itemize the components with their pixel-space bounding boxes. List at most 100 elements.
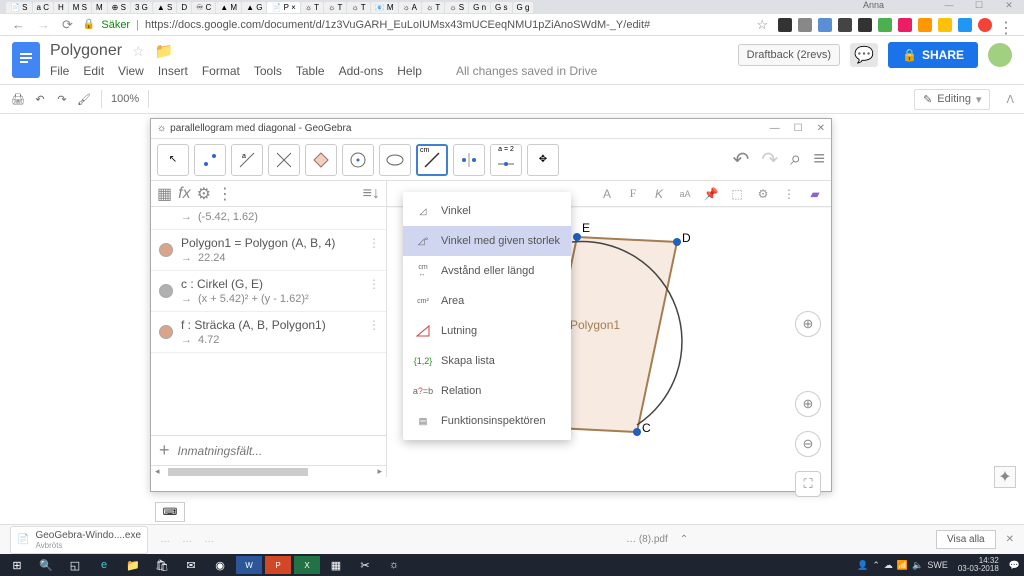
comments-button[interactable]: 💬	[850, 43, 878, 67]
window-maximize[interactable]: ☐	[964, 0, 994, 14]
window-minimize-icon[interactable]: —	[770, 123, 780, 134]
menu-edit[interactable]: Edit	[83, 64, 104, 78]
more-icon[interactable]: ⋮	[779, 187, 799, 201]
tool-point[interactable]	[194, 144, 226, 176]
tray-sound-icon[interactable]: 🔈	[912, 560, 923, 571]
browser-tab[interactable]: G s	[491, 2, 511, 13]
dd-item-slope[interactable]: Lutning	[403, 316, 571, 346]
ext-icon[interactable]	[778, 18, 792, 32]
star-icon[interactable]: ☆	[132, 43, 145, 60]
browser-tab[interactable]: ☼ A	[399, 2, 421, 13]
nav-back-icon[interactable]: ←	[12, 17, 25, 33]
tool-reflect[interactable]	[453, 144, 485, 176]
size-tool-icon[interactable]: aA	[675, 189, 695, 199]
tray-wifi-icon[interactable]: 📶	[897, 560, 908, 571]
text-tool-icon[interactable]: A	[597, 187, 617, 201]
folder-icon[interactable]: 📁	[155, 42, 174, 60]
task-view-icon[interactable]: ◱	[62, 556, 88, 574]
fullscreen-icon[interactable]: ⛶	[795, 471, 821, 497]
bookmark-star-icon[interactable]: ☆	[756, 17, 768, 33]
ext-icon[interactable]	[838, 18, 852, 32]
fx-icon[interactable]: fx	[178, 185, 190, 203]
zoom-in-icon[interactable]: ⊕	[795, 391, 821, 417]
browser-tab-active[interactable]: 📄 P ×	[267, 2, 299, 13]
powerpoint-icon[interactable]: P	[265, 556, 291, 574]
dd-item-inspector[interactable]: ▤ Funktionsinspektören	[403, 406, 571, 436]
explorer-icon[interactable]: 📁	[120, 556, 146, 574]
zoom-select[interactable]: 100%	[111, 93, 139, 105]
close-bar-icon[interactable]: ✕	[1006, 534, 1014, 545]
browser-tab[interactable]: ▲ M	[216, 2, 241, 13]
chrome-icon[interactable]: ◉	[207, 556, 233, 574]
undo-icon[interactable]: ↶	[733, 147, 750, 172]
browser-tab[interactable]: D	[177, 2, 191, 13]
print-icon[interactable]: 🖨	[10, 91, 26, 107]
color-dot-icon[interactable]	[159, 325, 173, 339]
menu-format[interactable]: Format	[202, 64, 240, 78]
dd-item-list[interactable]: {1,2} Skapa lista	[403, 346, 571, 376]
tool-move[interactable]: ↖	[157, 144, 189, 176]
browser-tab[interactable]: ☼ T	[324, 2, 346, 13]
tool-slider[interactable]: a = 2	[490, 144, 522, 176]
tray-lang[interactable]: SWE	[927, 560, 948, 570]
tool-move-view[interactable]: ✥	[527, 144, 559, 176]
window-minimize[interactable]: —	[934, 0, 964, 14]
plus-icon[interactable]: +	[159, 440, 170, 461]
mail-icon[interactable]: ✉	[178, 556, 204, 574]
explore-button[interactable]: ✦	[994, 466, 1016, 488]
redo-icon[interactable]: ↷	[761, 147, 778, 172]
browser-tab[interactable]: ▲ G	[242, 2, 266, 13]
excel-icon[interactable]: X	[294, 556, 320, 574]
row-menu-icon[interactable]: ⋮	[368, 236, 380, 250]
tool-ellipse[interactable]	[379, 144, 411, 176]
anonymous-avatar[interactable]	[988, 43, 1012, 67]
hamburger-menu-icon[interactable]: ≡	[813, 148, 825, 171]
color-dot-icon[interactable]	[159, 284, 173, 298]
search-taskbar-icon[interactable]: 🔍	[33, 556, 59, 574]
doc-title[interactable]: Polygoner	[50, 42, 122, 60]
tool-measure-active[interactable]: cm	[416, 144, 448, 176]
lock-tool-icon[interactable]: ⬚	[727, 187, 747, 201]
ext-icon[interactable]	[858, 18, 872, 32]
fill-icon[interactable]: ▰	[805, 187, 825, 201]
nav-forward-icon[interactable]: →	[37, 17, 50, 33]
algebra-row[interactable]: c : Cirkel (G, E) (x + 5.42)² + (y - 1.6…	[151, 271, 386, 312]
algebra-row[interactable]: f : Sträcka (A, B, Polygon1) 4.72 ⋮	[151, 312, 386, 353]
menu-table[interactable]: Table	[296, 64, 325, 78]
docs-logo-icon[interactable]	[12, 42, 40, 78]
dd-item-relation[interactable]: a?=b Relation	[403, 376, 571, 406]
ext-icon[interactable]	[978, 18, 992, 32]
ext-icon[interactable]	[878, 18, 892, 32]
menu-help[interactable]: Help	[397, 64, 422, 78]
tool-line[interactable]: a	[231, 144, 263, 176]
store-icon[interactable]: 🛍	[149, 556, 175, 574]
color-dot-icon[interactable]	[159, 243, 173, 257]
browser-tab[interactable]: ☼ S	[445, 2, 468, 13]
tool-polygon[interactable]	[305, 144, 337, 176]
tool-perpendicular[interactable]	[268, 144, 300, 176]
menu-tools[interactable]: Tools	[254, 64, 282, 78]
app-icon[interactable]: ▦	[323, 556, 349, 574]
window-maximize-icon[interactable]: ☐	[794, 123, 803, 134]
redo-icon[interactable]: ↷	[54, 91, 70, 107]
dd-item-vinkel-storlek[interactable]: ◿° Vinkel med given storlek	[403, 226, 571, 256]
editing-mode-button[interactable]: ✎ Editing ▾	[914, 89, 990, 110]
style-tool-icon[interactable]: F	[623, 186, 643, 201]
search-icon[interactable]: ⌕	[790, 148, 801, 171]
draftback-button[interactable]: Draftback (2revs)	[738, 44, 840, 66]
browser-tab[interactable]: M S	[69, 2, 91, 13]
row-menu-icon[interactable]: ⋮	[368, 318, 380, 332]
browser-tab[interactable]: M	[92, 2, 107, 13]
ext-icon[interactable]	[958, 18, 972, 32]
gear-icon[interactable]: ⚙	[197, 184, 211, 204]
browser-tab[interactable]: ⊕ S	[108, 2, 130, 13]
zoom-out-icon[interactable]: ⊖	[795, 431, 821, 457]
browser-tab[interactable]: ☼ T	[422, 2, 444, 13]
browser-tab[interactable]: G g	[513, 2, 534, 13]
virtual-keyboard-button[interactable]: ⌨	[155, 502, 185, 522]
nav-reload-icon[interactable]: ⟳	[62, 17, 73, 33]
algebra-row[interactable]: Polygon1 = Polygon (A, B, 4) 22.24 ⋮	[151, 230, 386, 271]
more-icon[interactable]: ⋮	[217, 184, 233, 204]
notifications-icon[interactable]: 💬	[1009, 560, 1020, 571]
row-menu-icon[interactable]: ⋮	[368, 277, 380, 291]
